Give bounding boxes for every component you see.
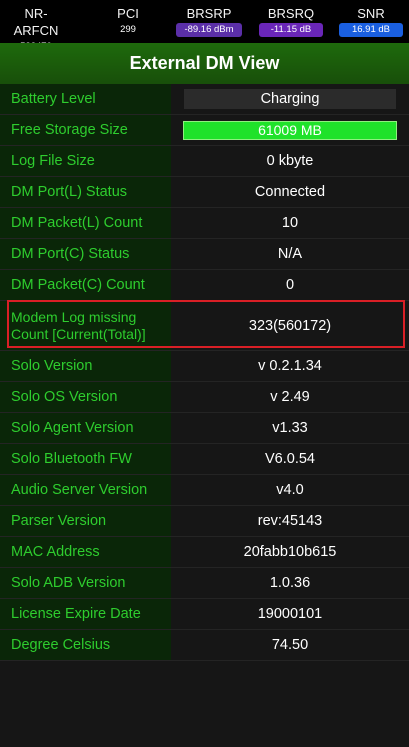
- metric-value: 16.91 dB: [339, 23, 403, 37]
- row-solo-os-version: Solo OS Version v 2.49: [0, 382, 409, 413]
- metric-value: -11.15 dB: [259, 23, 323, 37]
- row-label: Free Storage Size: [0, 115, 171, 145]
- metric-nr-arfcn: NR-ARFCN 523470: [4, 5, 68, 52]
- info-table: Battery Level Charging Free Storage Size…: [0, 84, 409, 661]
- metric-brsrp: BRSRP -89.16 dBm: [175, 5, 243, 39]
- row-label: DM Port(C) Status: [0, 239, 171, 269]
- row-license-expire-date: License Expire Date 19000101: [0, 599, 409, 630]
- page-title: External DM View: [0, 43, 409, 84]
- metric-label: BRSRP: [186, 6, 232, 21]
- highlight-box: [7, 300, 405, 348]
- row-label: MAC Address: [0, 537, 171, 567]
- row-label: DM Port(L) Status: [0, 177, 171, 207]
- row-value: Charging: [184, 89, 396, 109]
- row-value: 0: [285, 277, 295, 293]
- storage-bar: 61009 MB: [183, 120, 397, 140]
- row-value: v4.0: [276, 482, 304, 498]
- row-value: V6.0.54: [265, 451, 315, 467]
- row-mac-address: MAC Address 20fabb10b615: [0, 537, 409, 568]
- row-value: 20fabb10b615: [243, 544, 337, 560]
- row-value: v1.33: [272, 420, 308, 436]
- row-log-file-size: Log File Size 0 kbyte: [0, 146, 409, 177]
- row-dm-port-c-status: DM Port(C) Status N/A: [0, 239, 409, 270]
- metric-snr: SNR 16.91 dB: [338, 5, 404, 39]
- row-dm-packet-l-count: DM Packet(L) Count 10: [0, 208, 409, 239]
- row-battery-level: Battery Level Charging: [0, 84, 409, 115]
- row-label: Solo Bluetooth FW: [0, 444, 171, 474]
- row-parser-version: Parser Version rev:45143: [0, 506, 409, 537]
- row-label: Audio Server Version: [0, 475, 171, 505]
- row-value: rev:45143: [257, 513, 323, 529]
- row-degree-celsius: Degree Celsius 74.50: [0, 630, 409, 661]
- row-value: v 2.49: [270, 389, 310, 405]
- row-audio-server-version: Audio Server Version v4.0: [0, 475, 409, 506]
- row-value: N/A: [277, 246, 303, 262]
- row-value: v 0.2.1.34: [258, 358, 322, 374]
- row-solo-agent-version: Solo Agent Version v1.33: [0, 413, 409, 444]
- metric-label: NR-ARFCN: [13, 6, 59, 38]
- row-label: DM Packet(C) Count: [0, 270, 171, 300]
- row-label: License Expire Date: [0, 599, 171, 629]
- metric-label: BRSRQ: [267, 6, 315, 21]
- metric-label: SNR: [357, 6, 385, 21]
- metric-value: 299: [120, 24, 136, 35]
- row-value: 19000101: [257, 606, 323, 622]
- row-value: 0 kbyte: [266, 153, 314, 169]
- row-label: Battery Level: [0, 84, 171, 114]
- row-dm-packet-c-count: DM Packet(C) Count 0: [0, 270, 409, 301]
- metric-pci: PCI 299: [96, 5, 160, 39]
- row-label: Solo Version: [0, 351, 171, 381]
- row-value: 74.50: [271, 637, 309, 653]
- row-label: Solo Agent Version: [0, 413, 171, 443]
- row-value-cell: 61009 MB: [171, 115, 409, 145]
- row-label: Solo ADB Version: [0, 568, 171, 598]
- row-dm-port-l-status: DM Port(L) Status Connected: [0, 177, 409, 208]
- row-solo-adb-version: Solo ADB Version 1.0.36: [0, 568, 409, 599]
- metrics-bar: NR-ARFCN 523470 PCI 299 BRSRP -89.16 dBm…: [0, 0, 409, 52]
- row-value-cell: Charging: [171, 84, 409, 114]
- metric-value: -89.16 dBm: [176, 23, 242, 37]
- row-free-storage-size: Free Storage Size 61009 MB: [0, 115, 409, 146]
- row-value: 1.0.36: [269, 575, 311, 591]
- row-label: Log File Size: [0, 146, 171, 176]
- row-label: Solo OS Version: [0, 382, 171, 412]
- row-label: Parser Version: [0, 506, 171, 536]
- row-solo-bluetooth-fw: Solo Bluetooth FW V6.0.54: [0, 444, 409, 475]
- row-value: Connected: [254, 184, 326, 200]
- row-value: 10: [281, 215, 299, 231]
- row-label: DM Packet(L) Count: [0, 208, 171, 238]
- row-solo-version: Solo Version v 0.2.1.34: [0, 351, 409, 382]
- row-label: Degree Celsius: [0, 630, 171, 660]
- metric-label: PCI: [117, 6, 139, 21]
- metric-brsrq: BRSRQ -11.15 dB: [258, 5, 324, 39]
